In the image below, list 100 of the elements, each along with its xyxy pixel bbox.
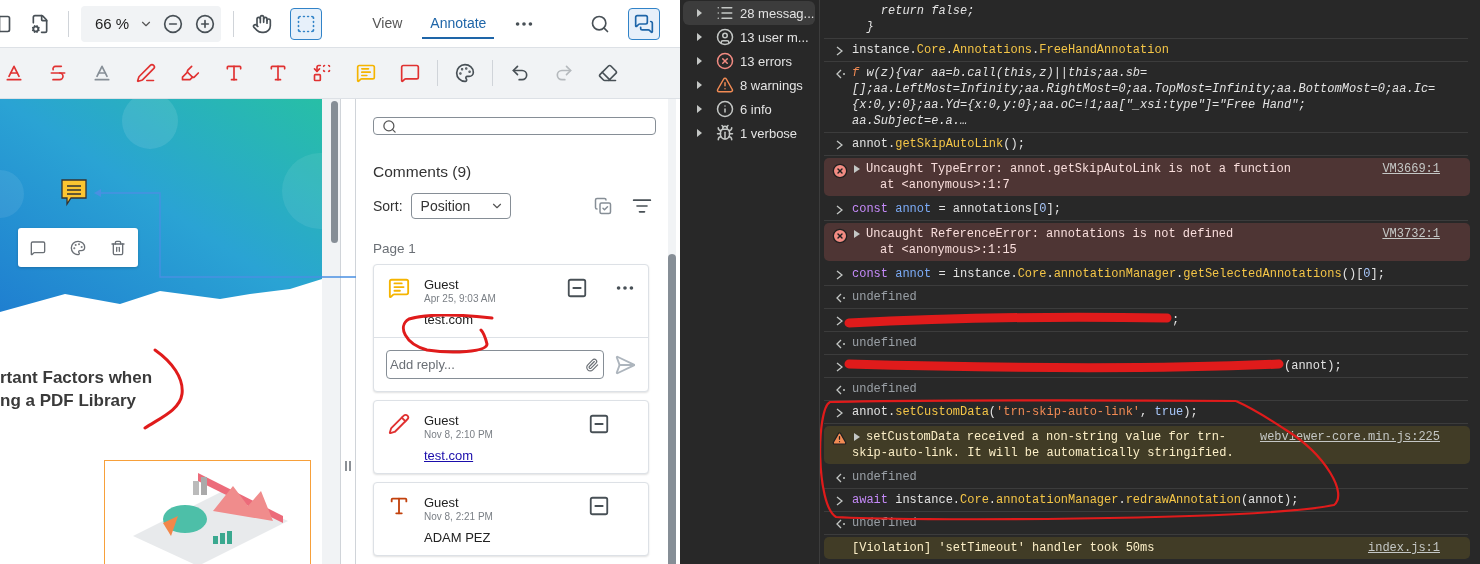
error-icon	[832, 228, 848, 244]
page-label: Page 1	[373, 241, 417, 256]
result-arrow-icon	[836, 293, 846, 303]
selection-icon[interactable]	[290, 7, 323, 40]
filter-label: 28 messag...	[740, 5, 815, 21]
result-arrow-icon	[836, 385, 846, 395]
document-heading: rtant Factors when ng a PDF Library	[0, 367, 153, 412]
bug-icon	[716, 124, 734, 142]
sticky-note-icon[interactable]	[59, 177, 89, 207]
expand-triangle-icon[interactable]	[854, 230, 860, 238]
code-line: annot.getSkipAutoLink();	[852, 136, 1026, 152]
tab[interactable]: View	[364, 8, 411, 39]
attach-icon[interactable]	[585, 357, 599, 372]
multi-select-icon[interactable]	[594, 197, 612, 215]
warning-text: setCustomData received a non-string value for trn-skip-auto-link. It will be automatically stringified.	[852, 429, 1234, 461]
comments-panel-button[interactable]	[628, 7, 660, 40]
palette-icon[interactable]	[70, 239, 86, 256]
console-filter-item[interactable]: 28 messag...	[683, 1, 815, 25]
source-link[interactable]: VM3732:1	[1382, 226, 1440, 242]
sort-label: Sort:	[373, 198, 403, 214]
source-link[interactable]: index.js:1	[1368, 540, 1440, 556]
comment-author: Guest	[424, 495, 460, 510]
code-line: undefined	[852, 469, 918, 485]
collapse-icon[interactable]	[566, 277, 588, 299]
search-field[interactable]	[373, 117, 656, 135]
stack-trace: at <anonymous>:1:7	[879, 177, 1011, 193]
code-line: const annot = annotations[0];	[852, 201, 1062, 217]
prompt-icon	[836, 270, 843, 280]
prompt-icon	[836, 316, 843, 326]
code-line: {x:0,y:0};aa.Yd={x:0,y:0};aa.oC=!1;aa["_xsi:type"]="Free Hand";	[852, 97, 1307, 113]
prompt-icon	[836, 362, 843, 372]
code-line: f w(z){var aa=b.call(this,z)||this;aa.sb=	[852, 65, 1149, 81]
code-line: await instance.Core.annotationManager.redrawAnnotation(annot);	[852, 492, 1300, 508]
result-arrow-icon	[836, 473, 846, 483]
comment-card[interactable]: Guest Nov 8, 2:21 PM ADAM PEZ	[373, 482, 649, 556]
tab[interactable]: Annotate	[422, 8, 495, 39]
comment-icon[interactable]	[30, 239, 46, 256]
reply-placeholder: Add reply...	[390, 357, 455, 372]
filter-label: 13 errors	[740, 53, 793, 69]
filter-icon[interactable]	[632, 196, 652, 216]
code-line: undefined	[852, 335, 918, 351]
code-line: (annot);	[1284, 358, 1343, 374]
console-filter-item[interactable]: 8 warnings	[683, 73, 815, 97]
warning-icon	[716, 76, 734, 94]
pen-icon	[388, 413, 410, 435]
filter-label: 1 verbose	[740, 125, 798, 141]
code-line: }	[865, 19, 875, 35]
user-icon	[716, 28, 734, 46]
code-line: undefined	[852, 515, 918, 531]
text-icon	[388, 495, 410, 517]
code-line: const annot = instance.Core.annotationManager.getSelectedAnnotations()[0];	[852, 266, 1386, 282]
violation-text: [Violation] 'setTimeout' handler took 50ms	[852, 540, 1156, 556]
collapse-icon[interactable]	[588, 495, 610, 517]
code-line: aa.Subject=e.a.…	[852, 113, 969, 129]
warning-icon	[832, 431, 847, 446]
stack-trace: at <anonymous>:1:15	[879, 242, 1018, 258]
comments-title: Comments (9)	[373, 163, 473, 181]
info-icon	[716, 100, 734, 118]
comment-author: Guest	[424, 413, 460, 428]
result-arrow-icon	[836, 339, 846, 349]
filter-label: 13 user m...	[740, 29, 809, 45]
grip-icon[interactable]	[345, 460, 351, 471]
zoom-out-icon[interactable]	[163, 13, 184, 34]
code-line: ;	[1172, 312, 1181, 328]
result-arrow-icon	[836, 519, 846, 529]
comment-date: Nov 8, 2:10 PM	[424, 429, 494, 440]
code-line: annot.setCustomData('trn-skip-auto-link', true);	[852, 404, 1199, 420]
reply-field[interactable]: Add reply...	[386, 350, 604, 379]
comment-author: Guest	[424, 277, 460, 292]
console-filter-item[interactable]: 13 errors	[683, 49, 815, 73]
zoom-in-icon[interactable]	[195, 13, 216, 34]
list-icon	[716, 4, 734, 22]
code-line: return false;	[879, 3, 976, 19]
comment-card[interactable]: Guest Nov 8, 2:10 PM test.com	[373, 400, 649, 474]
console-filter-item[interactable]: 13 user m...	[683, 25, 815, 49]
search-icon	[382, 118, 397, 134]
prompt-icon	[836, 408, 843, 418]
filter-label: 6 info	[740, 101, 772, 117]
comment-text: ADAM PEZ	[424, 530, 491, 545]
console-filter-item[interactable]: 1 verbose	[683, 121, 815, 145]
prompt-icon	[836, 205, 843, 215]
result-arrow-icon	[836, 69, 846, 79]
sort-dropdown[interactable]: Position	[410, 193, 511, 219]
error-text: Uncaught ReferenceError: annotations is not defined	[852, 226, 1383, 242]
error-icon	[832, 163, 848, 179]
comment-icon	[388, 277, 410, 299]
source-link[interactable]: VM3669:1	[1382, 161, 1440, 177]
collapse-icon[interactable]	[588, 413, 610, 435]
error-text: Uncaught TypeError: annot.getSkipAutoLink is not a function	[852, 161, 1383, 177]
expand-triangle-icon[interactable]	[854, 165, 860, 173]
prompt-icon	[836, 496, 843, 506]
comment-link[interactable]: test.com	[424, 448, 474, 463]
expand-triangle-icon[interactable]	[854, 433, 860, 441]
prompt-icon	[836, 46, 843, 56]
code-line: undefined	[852, 381, 918, 397]
filter-label: 8 warnings	[740, 77, 803, 93]
zoom-value[interactable]: 66 %	[95, 15, 130, 32]
console-filter-item[interactable]: 6 info	[683, 97, 815, 121]
code-line: undefined	[852, 289, 918, 305]
trash-icon[interactable]	[110, 239, 126, 256]
